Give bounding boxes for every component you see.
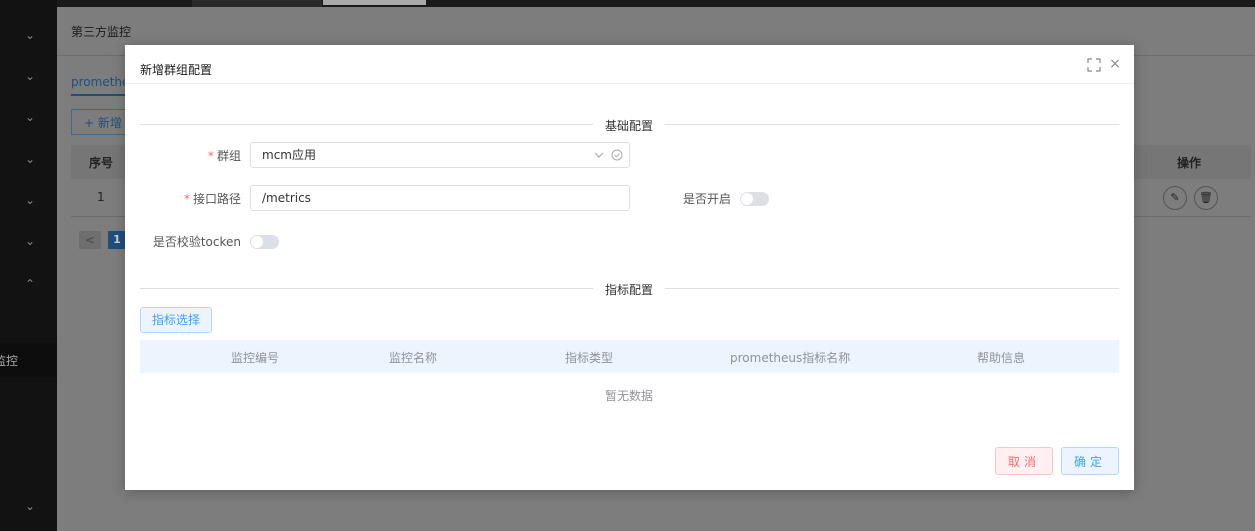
path-input[interactable] xyxy=(250,185,630,211)
page-title: 第三方监控 xyxy=(71,25,132,39)
chevron-down-icon xyxy=(594,152,604,158)
switch-knob xyxy=(741,193,753,205)
check-circle-icon xyxy=(611,149,623,161)
column-header: prometheus指标名称 xyxy=(730,351,851,365)
pager-prev-button[interactable]: < xyxy=(79,231,101,249)
add-group-config-dialog: 新增群组配置 × 基础配置 *群组 mcm应用 *接口路径 是否开启 是否校验t… xyxy=(125,45,1134,490)
switch-knob xyxy=(251,236,263,248)
top-tab[interactable] xyxy=(192,0,322,7)
path-label: * 接口路径 xyxy=(183,192,241,206)
top-tabs-bar xyxy=(57,0,1255,7)
section-title-metric: 指标配置 xyxy=(593,281,666,298)
sidebar-item-label: 监控 xyxy=(0,354,18,368)
token-label: 是否校验tocken xyxy=(152,235,241,249)
close-icon[interactable]: × xyxy=(1108,57,1122,71)
column-header-seq: 序号 xyxy=(89,156,114,170)
dialog-title: 新增群组配置 xyxy=(140,63,213,77)
chevron-down-icon[interactable]: ⌄ xyxy=(22,27,38,43)
enabled-switch[interactable] xyxy=(740,192,769,206)
column-header-ops: 操作 xyxy=(1177,156,1202,170)
column-header: 监控编号 xyxy=(231,351,280,365)
dialog-header: 新增群组配置 × xyxy=(125,45,1134,84)
column-header: 指标类型 xyxy=(565,351,614,365)
fullscreen-icon[interactable] xyxy=(1087,58,1101,72)
chevron-down-icon[interactable]: ⌄ xyxy=(22,151,38,167)
cancel-button[interactable]: 取消 xyxy=(995,447,1053,475)
row-seq: 1 xyxy=(97,190,105,204)
column-header: 帮助信息 xyxy=(977,351,1026,365)
tab-prometheus[interactable]: promethe xyxy=(71,75,129,89)
token-switch[interactable] xyxy=(250,235,279,249)
column-header: 监控名称 xyxy=(389,351,438,365)
top-tab-active[interactable] xyxy=(323,0,426,5)
group-select[interactable]: mcm应用 xyxy=(250,142,630,168)
metric-table-header: 监控编号 监控名称 指标类型 prometheus指标名称 帮助信息 xyxy=(140,340,1119,373)
group-select-value: mcm应用 xyxy=(262,148,316,162)
confirm-button[interactable]: 确定 xyxy=(1061,447,1119,475)
chevron-down-icon[interactable]: ⌄ xyxy=(22,68,38,84)
chevron-down-icon[interactable]: ⌄ xyxy=(22,109,38,125)
chevron-down-icon[interactable]: ⌄ xyxy=(22,498,38,514)
metric-select-button[interactable]: 指标选择 xyxy=(140,307,212,333)
tab-active-indicator xyxy=(71,94,127,96)
section-title-basic: 基础配置 xyxy=(593,117,666,134)
sidebar: ⌄ ⌄ ⌄ ⌄ ⌄ ⌄ ⌃ 监控 ⌄ xyxy=(0,0,57,531)
pager-page-1[interactable]: 1 xyxy=(108,231,126,249)
metric-table: 监控编号 监控名称 指标类型 prometheus指标名称 帮助信息 xyxy=(140,340,1119,373)
edit-icon[interactable]: ✎ xyxy=(1163,186,1187,210)
chevron-down-icon[interactable]: ⌄ xyxy=(22,233,38,249)
add-button[interactable]: + 新增 xyxy=(71,109,131,135)
enabled-label: 是否开启 xyxy=(682,192,731,206)
empty-table-text: 暂无数据 xyxy=(605,389,654,403)
chevron-down-icon[interactable]: ⌄ xyxy=(22,192,38,208)
delete-icon[interactable]: 🗑 xyxy=(1194,186,1218,210)
group-label: * 群组 xyxy=(207,149,241,163)
chevron-up-icon[interactable]: ⌃ xyxy=(22,276,38,292)
